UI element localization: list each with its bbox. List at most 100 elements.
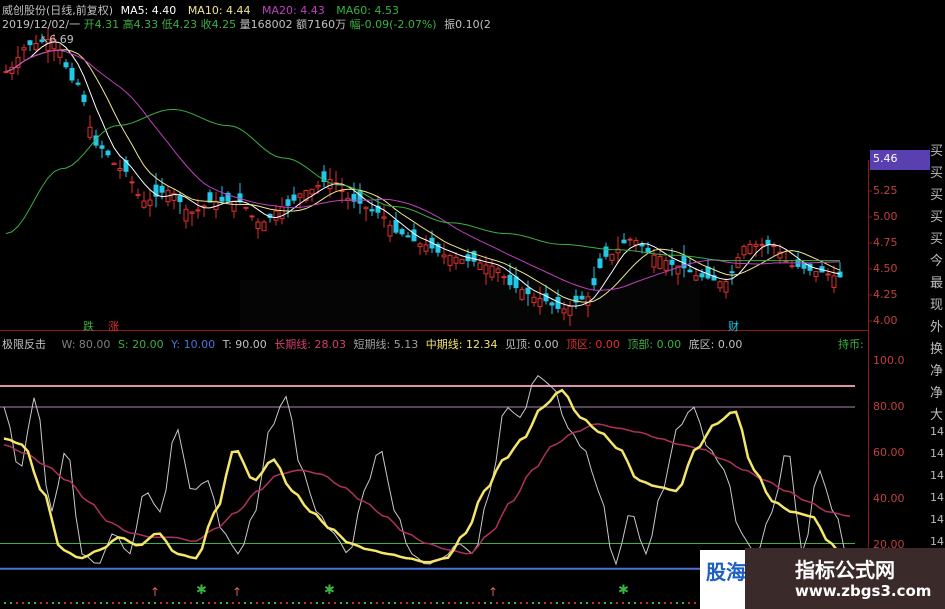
- candle-up: [657, 256, 663, 269]
- side-char: 现: [930, 298, 944, 313]
- green-star-marker: ✱: [196, 583, 207, 598]
- signal-dot: [574, 602, 576, 604]
- signal-dot: [304, 602, 306, 604]
- candle-up: [825, 273, 831, 276]
- signal-dot: [592, 602, 594, 604]
- price-tick: 4.25: [873, 288, 898, 301]
- candle-down: [69, 67, 75, 81]
- top-value: 0.00: [534, 338, 559, 351]
- red-arrow-marker: ↑: [232, 585, 242, 599]
- signal-dot: [70, 602, 72, 604]
- signal-dot: [406, 602, 408, 604]
- signal-dot: [394, 602, 396, 604]
- signal-dot: [244, 602, 246, 604]
- long-term-line: [3, 423, 851, 555]
- t-param: T: 90.00: [222, 338, 267, 351]
- signal-dot: [262, 602, 264, 604]
- signal-dot: [328, 602, 330, 604]
- candle-up: [459, 258, 465, 264]
- signal-dot: [436, 602, 438, 604]
- cai-signal: 财: [728, 320, 739, 333]
- bottom-value: 0.00: [717, 338, 743, 351]
- signal-dot: [604, 602, 606, 604]
- candle-down: [525, 287, 531, 295]
- short-line-value: 5.13: [393, 338, 419, 351]
- price-tick: 4.50: [873, 262, 898, 275]
- candle-up: [567, 305, 573, 316]
- candle-up: [3, 71, 9, 74]
- signal-dot: [580, 602, 582, 604]
- candle-up: [33, 43, 39, 51]
- candle-up: [117, 167, 123, 172]
- candle-down: [105, 150, 111, 156]
- candle-up: [747, 243, 753, 255]
- signal-dot: [562, 602, 564, 604]
- watermark-right: 指标公式网 www.zbgs3.com: [745, 548, 945, 609]
- signal-dot: [664, 602, 666, 604]
- date-label: 2019/12/02/一: [2, 18, 81, 31]
- signal-dot: [358, 602, 360, 604]
- signal-dot: [634, 602, 636, 604]
- signal-dot: [28, 602, 30, 604]
- candle-down: [837, 271, 843, 278]
- candle-up: [753, 243, 759, 247]
- candle-down: [27, 40, 33, 46]
- axis-border: [868, 160, 869, 609]
- candle-down: [411, 229, 417, 242]
- long-line-value: 28.03: [314, 338, 347, 351]
- signal-dot: [40, 602, 42, 604]
- side-number: 14: [930, 469, 944, 482]
- candle-down: [603, 246, 609, 257]
- signal-dot: [226, 602, 228, 604]
- candle-down: [669, 259, 675, 265]
- signal-dot: [196, 602, 198, 604]
- candle-up: [483, 264, 489, 275]
- signal-dot: [130, 602, 132, 604]
- candle-down: [393, 220, 399, 233]
- price-chart: ↑ ↑ ↑ ✱ ✱ ✱: [0, 0, 930, 609]
- indicator-name: 极限反击: [2, 338, 46, 351]
- candle-up: [195, 209, 201, 212]
- signal-dot: [454, 602, 456, 604]
- candle-up: [717, 281, 723, 289]
- signal-dot: [382, 602, 384, 604]
- candle-up: [261, 221, 267, 232]
- candle-up: [273, 210, 279, 221]
- candle-up: [249, 215, 255, 218]
- side-char: 买: [930, 166, 944, 181]
- candle-up: [477, 262, 483, 271]
- candle-up: [447, 255, 453, 266]
- side-char: 外: [930, 320, 944, 335]
- signal-dot: [502, 602, 504, 604]
- price-tick: 4.00: [873, 314, 898, 327]
- candle-up: [663, 259, 669, 271]
- signal-dot: [538, 602, 540, 604]
- signal-dot: [58, 602, 60, 604]
- signal-dot: [214, 602, 216, 604]
- candle-up: [21, 47, 27, 51]
- candle-up: [87, 126, 93, 138]
- signal-dot: [364, 602, 366, 604]
- signal-dot: [520, 602, 522, 604]
- candle-down: [645, 247, 651, 253]
- side-char: 最: [930, 276, 944, 291]
- signal-dot: [472, 602, 474, 604]
- signal-dot: [178, 602, 180, 604]
- candle-down: [405, 235, 411, 238]
- signal-dot: [238, 602, 240, 604]
- signal-dot: [124, 602, 126, 604]
- y-param: Y: 10.00: [171, 338, 216, 351]
- signal-dot: [496, 602, 498, 604]
- candle-up: [309, 188, 315, 195]
- signal-dot: [184, 602, 186, 604]
- signal-dot: [100, 602, 102, 604]
- candle-up: [243, 206, 249, 209]
- signal-dot: [610, 602, 612, 604]
- signal-dot: [346, 602, 348, 604]
- candle-down: [549, 302, 555, 306]
- candle-up: [693, 275, 699, 281]
- candle-down: [639, 243, 645, 247]
- candle-up: [279, 206, 285, 220]
- die-signal: 跌: [83, 320, 94, 333]
- blank-area: [533, 0, 930, 140]
